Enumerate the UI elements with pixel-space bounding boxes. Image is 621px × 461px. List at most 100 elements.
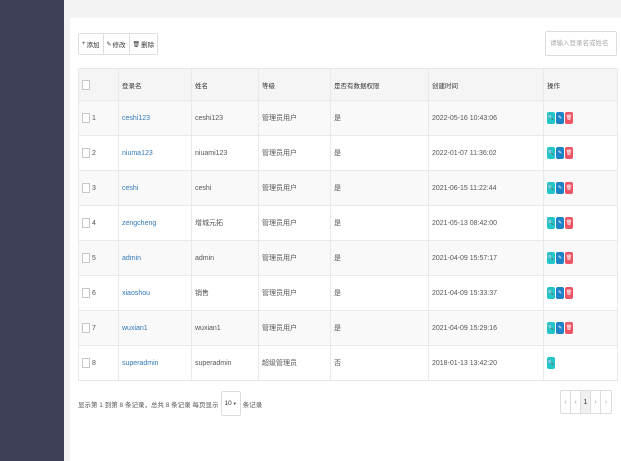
edit-button[interactable]: ✎ — [556, 112, 564, 124]
edit-button[interactable]: ✎ 修改 — [103, 34, 130, 54]
level-cell: 管理员用户 — [258, 310, 331, 346]
trash-icon: 🗑 — [565, 220, 573, 226]
user-table: 登录名 姓名 等级 是否有数据权限 创建时间 操作 1 ceshi123 ceshi… — [78, 68, 618, 381]
view-button[interactable]: 🔍 — [547, 357, 555, 369]
row-select-cell[interactable]: 7 — [78, 310, 119, 346]
row-select-cell[interactable]: 4 — [78, 205, 119, 241]
view-button[interactable]: 🔍 — [547, 147, 555, 159]
login-cell: superadmin — [118, 345, 192, 381]
row-select-cell[interactable]: 5 — [78, 240, 119, 276]
search-icon: 🔍 — [547, 325, 555, 331]
login-link[interactable]: wuxian1 — [122, 325, 148, 332]
delete-button[interactable]: 🗑 — [565, 322, 573, 334]
delete-button[interactable]: 🗑 — [565, 147, 573, 159]
login-link[interactable]: zengcheng — [122, 220, 156, 227]
select-all-checkbox[interactable] — [82, 79, 90, 90]
first-page-button[interactable]: ‹ — [561, 391, 571, 413]
toolbar: + 添加 ✎ 修改 🗑 删除 — [78, 33, 159, 55]
page-size-select[interactable]: 10 ▼ — [220, 391, 241, 416]
row-select-cell[interactable]: 8 — [78, 345, 119, 381]
sidebar — [0, 0, 64, 461]
edit-button[interactable]: ✎ — [556, 287, 564, 299]
row-select-cell[interactable]: 1 — [78, 100, 119, 136]
add-button[interactable]: + 添加 — [79, 34, 104, 54]
delete-button[interactable]: 🗑 — [565, 252, 573, 264]
page-size-value: 10 — [224, 400, 232, 407]
login-link[interactable]: niuma123 — [122, 150, 153, 157]
login-cell: xiaoshou — [118, 275, 192, 311]
edit-button[interactable]: ✎ — [556, 217, 564, 229]
table-row: 3 ceshi ceshi 管理员用户是 2021-06-15 11:22:44 🔍 ✎ 🗑 — [78, 170, 618, 206]
view-button[interactable]: 🔍 — [547, 287, 555, 299]
row-checkbox[interactable] — [82, 288, 90, 298]
login-link[interactable]: ceshi123 — [122, 115, 150, 122]
login-link[interactable]: xiaoshou — [122, 290, 150, 297]
next-page-button[interactable]: › — [591, 391, 601, 413]
table-row: 4 zengcheng 增城元拓 管理员用户是 2021-05-13 08:42:00 🔍… — [78, 205, 618, 241]
delete-button[interactable]: 🗑 — [565, 182, 573, 194]
header-created[interactable]: 创建时间 — [428, 68, 544, 101]
created-cell: 2021-04-09 15:29:16 — [428, 310, 544, 346]
view-button[interactable]: 🔍 — [547, 252, 555, 264]
login-link[interactable]: admin — [122, 255, 141, 262]
edit-button[interactable]: ✎ — [556, 322, 564, 334]
row-select-cell[interactable]: 6 — [78, 275, 119, 311]
row-checkbox[interactable] — [82, 148, 90, 158]
row-checkbox[interactable] — [82, 253, 90, 263]
row-select-cell[interactable]: 2 — [78, 135, 119, 171]
pager-info-suffix: 条记录 — [242, 401, 263, 409]
header-select-all[interactable] — [78, 68, 119, 101]
last-page-button[interactable]: › — [601, 391, 611, 413]
row-number: 6 — [92, 289, 96, 297]
row-number: 2 — [92, 149, 96, 157]
login-link[interactable]: superadmin — [122, 360, 159, 367]
row-checkbox[interactable] — [82, 358, 90, 368]
edit-button[interactable]: ✎ — [556, 147, 564, 159]
pager-info-text: 显示第 1 到第 8 条记录，总共 8 条记录 每页显示 — [78, 401, 219, 409]
level-cell: 管理员用户 — [258, 205, 331, 241]
actions-cell: 🔍 — [543, 345, 618, 381]
delete-button[interactable]: 🗑 — [565, 287, 573, 299]
header-permission[interactable]: 是否有数据权限 — [330, 68, 429, 101]
search-input[interactable] — [545, 31, 617, 56]
delete-button[interactable]: 🗑 — [565, 217, 573, 229]
header-name[interactable]: 姓名 — [191, 68, 259, 101]
name-cell: ceshi — [191, 170, 259, 206]
edit-button[interactable]: ✎ — [556, 182, 564, 194]
row-checkbox[interactable] — [82, 183, 90, 193]
delete-button[interactable]: 🗑 删除 — [129, 34, 158, 54]
view-button[interactable]: 🔍 — [547, 217, 555, 229]
delete-button[interactable]: 🗑 — [565, 112, 573, 124]
search-icon: 🔍 — [547, 150, 555, 156]
edit-button[interactable]: ✎ — [556, 252, 564, 264]
name-cell: wuxian1 — [191, 310, 259, 346]
permission-cell: 否 — [330, 345, 429, 381]
login-link[interactable]: ceshi — [122, 185, 138, 192]
header-level[interactable]: 等级 — [258, 68, 331, 101]
row-number: 4 — [92, 219, 96, 227]
search-icon: 🔍 — [547, 220, 555, 226]
row-checkbox[interactable] — [82, 113, 90, 123]
prev-page-button[interactable]: ‹ — [571, 391, 581, 413]
search-icon: 🔍 — [547, 185, 555, 191]
row-select-cell[interactable]: 3 — [78, 170, 119, 206]
edit-icon: ✎ — [557, 325, 563, 331]
page-1-button[interactable]: 1 — [581, 391, 591, 413]
header-actions: 操作 — [543, 68, 618, 101]
row-checkbox[interactable] — [82, 323, 90, 333]
trash-icon: 🗑 — [565, 115, 573, 121]
login-cell: niuma123 — [118, 135, 192, 171]
row-checkbox[interactable] — [82, 218, 90, 228]
level-cell: 超级管理员 — [258, 345, 331, 381]
created-cell: 2022-05-16 10:43:06 — [428, 100, 544, 136]
actions-cell: 🔍 ✎ 🗑 — [543, 135, 618, 171]
name-cell: 增城元拓 — [191, 205, 259, 241]
view-button[interactable]: 🔍 — [547, 322, 555, 334]
created-cell: 2022-01-07 11:36:02 — [428, 135, 544, 171]
header-login[interactable]: 登录名 — [118, 68, 192, 101]
edit-icon: ✎ — [557, 150, 563, 156]
table-row: 2 niuma123 niuami123 管理员用户是 2022-01-07 11:36… — [78, 135, 618, 171]
login-cell: wuxian1 — [118, 310, 192, 346]
view-button[interactable]: 🔍 — [547, 112, 555, 124]
view-button[interactable]: 🔍 — [547, 182, 555, 194]
